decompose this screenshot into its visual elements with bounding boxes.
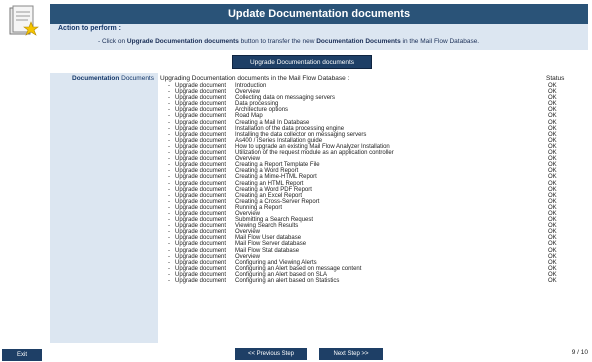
section-label-bold: Documentation <box>72 75 120 82</box>
log-row-status: OK <box>548 278 557 284</box>
log-row-action: Upgrade document <box>175 278 227 284</box>
upgrade-documentation-button[interactable]: Upgrade Documentation documents <box>232 55 372 69</box>
section-label: Documentation Documents <box>72 75 154 82</box>
page-title: Update Documentation documents <box>227 8 411 20</box>
action-text-mid: button to transfer the new <box>238 38 317 45</box>
step-counter: 9 / 10 <box>571 349 588 356</box>
section-label-column: Documentation Documents <box>50 73 158 343</box>
upgrade-log-intro: Upgrading Documentation documents in the… <box>160 75 350 82</box>
app-logo-icon <box>6 4 40 38</box>
log-row-dash: - <box>168 278 170 284</box>
action-instructions: - Click on Upgrade Documentation documen… <box>98 38 479 45</box>
action-title: Action to perform : <box>58 25 121 32</box>
action-text-suffix: in the Mail Flow Database. <box>400 38 480 45</box>
previous-step-button[interactable]: << Previous Step <box>235 348 307 360</box>
page-header: Update Documentation documents <box>50 4 588 24</box>
next-step-button[interactable]: Next Step >> <box>319 348 383 360</box>
exit-button[interactable]: Exit <box>2 349 42 361</box>
action-panel: Action to perform : - Click on Upgrade D… <box>50 24 588 50</box>
log-row: - Upgrade document Configuring an alert ba… <box>160 278 588 284</box>
status-column-header: Status <box>546 75 565 82</box>
action-text-documents: Documentation Documents <box>316 38 401 45</box>
action-text-button-name: Upgrade Documentation documents <box>126 38 239 45</box>
log-row-title: Configuring an alert based on Statistics <box>235 278 340 284</box>
action-text-prefix: - Click on <box>98 38 127 45</box>
section-label-rest: Documents <box>119 75 154 82</box>
upgrade-log-rows: - Upgrade document Introduction OK - Upgrade … <box>160 83 588 284</box>
